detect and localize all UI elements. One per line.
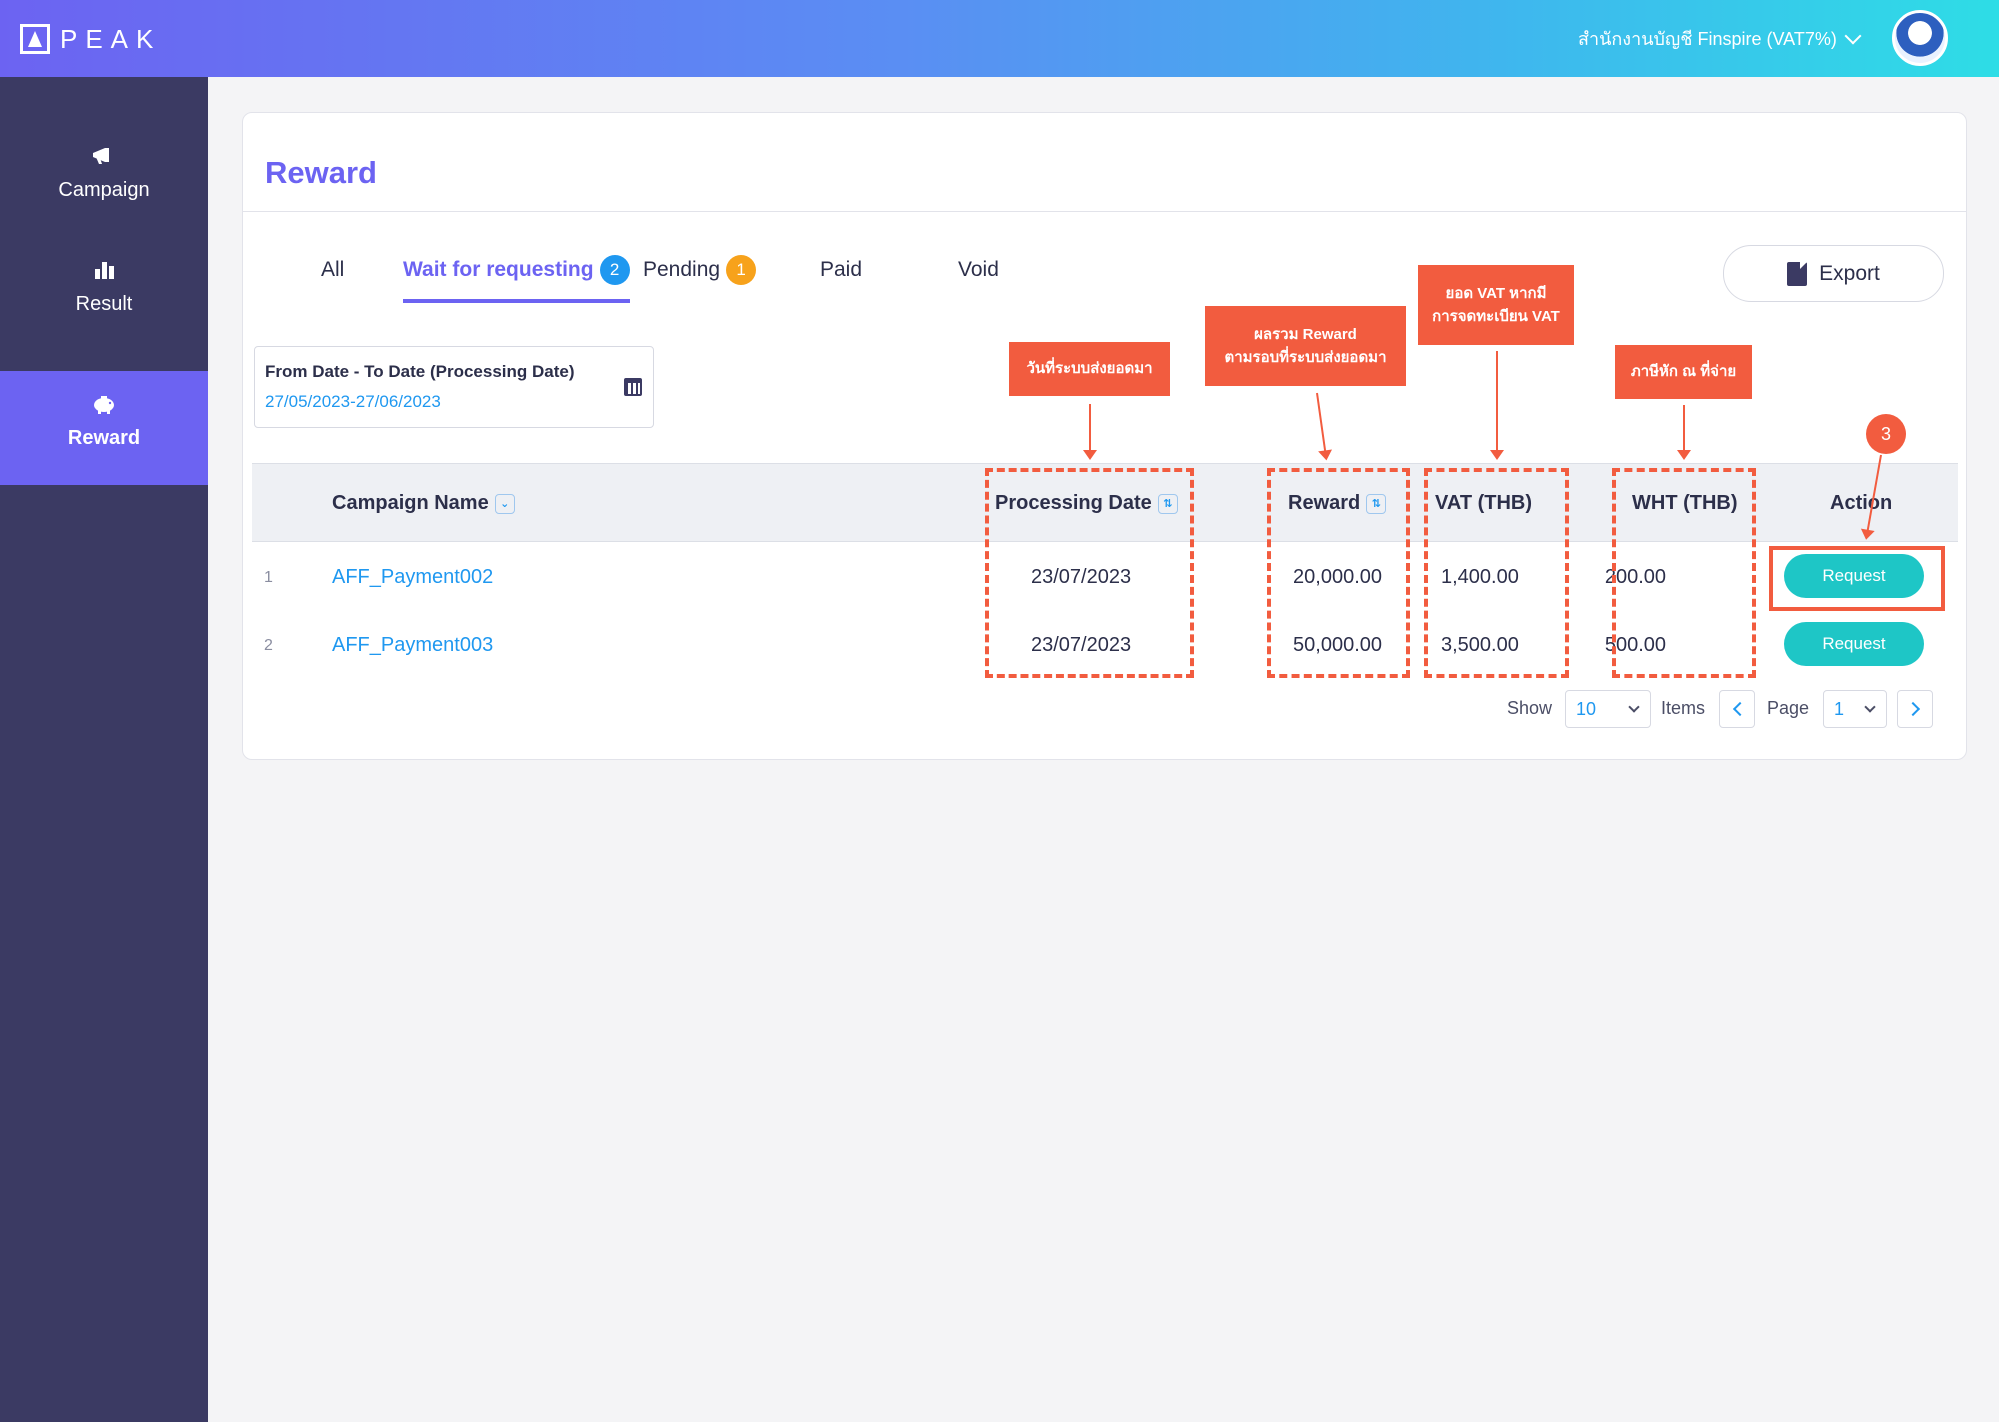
- sidebar: Campaign Result Reward: [0, 77, 208, 1422]
- bar-chart-icon: [95, 262, 114, 279]
- tab-label: Pending: [643, 258, 721, 281]
- sidebar-item-label: Reward: [67, 427, 141, 449]
- annotation-vat: ยอด VAT หากมี การจดทะเบียน VAT: [1418, 265, 1574, 345]
- chevron-left-icon: [1732, 701, 1748, 717]
- highlight-reward-column: [1267, 468, 1410, 678]
- column-label: Campaign Name: [332, 492, 489, 514]
- highlight-vat-column: [1424, 468, 1569, 678]
- page-label: Page: [1767, 698, 1810, 718]
- annotation-arrow: [1677, 405, 1691, 460]
- tab-void[interactable]: Void: [958, 255, 999, 303]
- row-index: 2: [264, 637, 273, 654]
- tab-wait-for-requesting[interactable]: Wait for requesting 2: [403, 255, 630, 303]
- highlight-processing-date-column: [985, 468, 1194, 678]
- date-range-value: 27/05/2023-27/06/2023: [265, 392, 441, 411]
- annotation-reward: ผลรวม Reward ตามรอบที่ระบบส่งยอดมา: [1205, 306, 1406, 386]
- divider: [243, 211, 1966, 212]
- row-index: 1: [264, 569, 273, 586]
- export-button[interactable]: Export: [1723, 245, 1944, 302]
- annotation-text: การจดทะเบียน VAT: [1432, 308, 1560, 325]
- highlight-wht-column: [1612, 468, 1756, 678]
- page-select[interactable]: 1: [1823, 690, 1887, 728]
- show-label: Show: [1507, 698, 1553, 718]
- annotation-text: ยอด VAT หากมี: [1445, 284, 1547, 302]
- chevron-down-icon: [1628, 701, 1640, 713]
- tab-paid[interactable]: Paid: [820, 255, 862, 303]
- tab-label: Void: [958, 258, 999, 281]
- campaign-link[interactable]: AFF_Payment002: [332, 544, 493, 611]
- count-badge: 1: [726, 255, 757, 285]
- sidebar-item-result[interactable]: Result: [0, 259, 208, 373]
- page-value: 1: [1834, 699, 1845, 719]
- annotation-arrow: [1083, 404, 1097, 460]
- sidebar-item-label: Campaign: [58, 179, 150, 201]
- annotation-wht: ภาษีหัก ณ ที่จ่าย: [1615, 345, 1752, 399]
- chevron-right-icon: [1905, 701, 1921, 717]
- chevron-down-icon: [1844, 27, 1862, 44]
- highlight-request-button: [1769, 546, 1945, 611]
- annotation-text: ผลรวม Reward: [1254, 325, 1357, 343]
- annotation-arrow: [1490, 351, 1504, 460]
- items-label: Items: [1661, 698, 1706, 718]
- sidebar-item-label: Result: [75, 293, 133, 315]
- tab-label: Wait for requesting: [403, 258, 594, 281]
- export-label: Export: [1819, 261, 1880, 285]
- pagination: Show 10 Items Page 1: [243, 690, 1966, 730]
- logo-text: PEAK: [60, 23, 162, 54]
- step-number-badge: 3: [1866, 414, 1906, 454]
- request-button[interactable]: Request: [1784, 622, 1924, 666]
- chevron-down-icon: [1864, 701, 1876, 713]
- next-page-button[interactable]: [1897, 690, 1933, 728]
- tab-label: All: [321, 258, 345, 281]
- company-name: สำนักงานบัญชี Finspire (VAT7%): [1578, 29, 1837, 49]
- sidebar-item-campaign[interactable]: Campaign: [0, 145, 208, 259]
- page-size-select[interactable]: 10: [1565, 690, 1651, 728]
- tab-pending[interactable]: Pending 1: [643, 255, 757, 303]
- company-switcher[interactable]: สำนักงานบัญชี Finspire (VAT7%): [1578, 24, 1862, 53]
- sidebar-item-reward[interactable]: Reward: [0, 371, 208, 485]
- annotation-text: วันที่ระบบส่งยอดมา: [1026, 360, 1153, 378]
- page-size-value: 10: [1576, 699, 1597, 719]
- logo-mark-icon: [20, 24, 50, 54]
- page-title: Reward: [265, 155, 377, 190]
- column-campaign-name[interactable]: Campaign Name ⌄: [332, 464, 515, 543]
- megaphone-icon: [93, 148, 109, 164]
- piggy-bank-icon: [94, 396, 114, 414]
- avatar[interactable]: [1892, 10, 1948, 66]
- chevron-down-icon[interactable]: ⌄: [494, 493, 515, 514]
- top-bar: PEAK สำนักงานบัญชี Finspire (VAT7%): [0, 0, 1999, 77]
- calendar-icon: [624, 378, 642, 396]
- annotation-processing-date: วันที่ระบบส่งยอดมา: [1009, 342, 1170, 396]
- csv-file-icon: [1787, 261, 1808, 286]
- count-badge: 2: [599, 255, 630, 285]
- tab-all[interactable]: All: [321, 255, 344, 303]
- date-range-picker[interactable]: From Date - To Date (Processing Date) 27…: [254, 346, 654, 428]
- peak-logo[interactable]: PEAK: [20, 22, 161, 56]
- annotation-text: ภาษีหัก ณ ที่จ่าย: [1630, 363, 1737, 381]
- prev-page-button[interactable]: [1719, 690, 1755, 728]
- date-range-label: From Date - To Date (Processing Date): [265, 362, 575, 381]
- annotation-text: ตามรอบที่ระบบส่งยอดมา: [1224, 349, 1387, 366]
- campaign-link[interactable]: AFF_Payment003: [332, 612, 493, 679]
- tab-label: Paid: [820, 258, 863, 281]
